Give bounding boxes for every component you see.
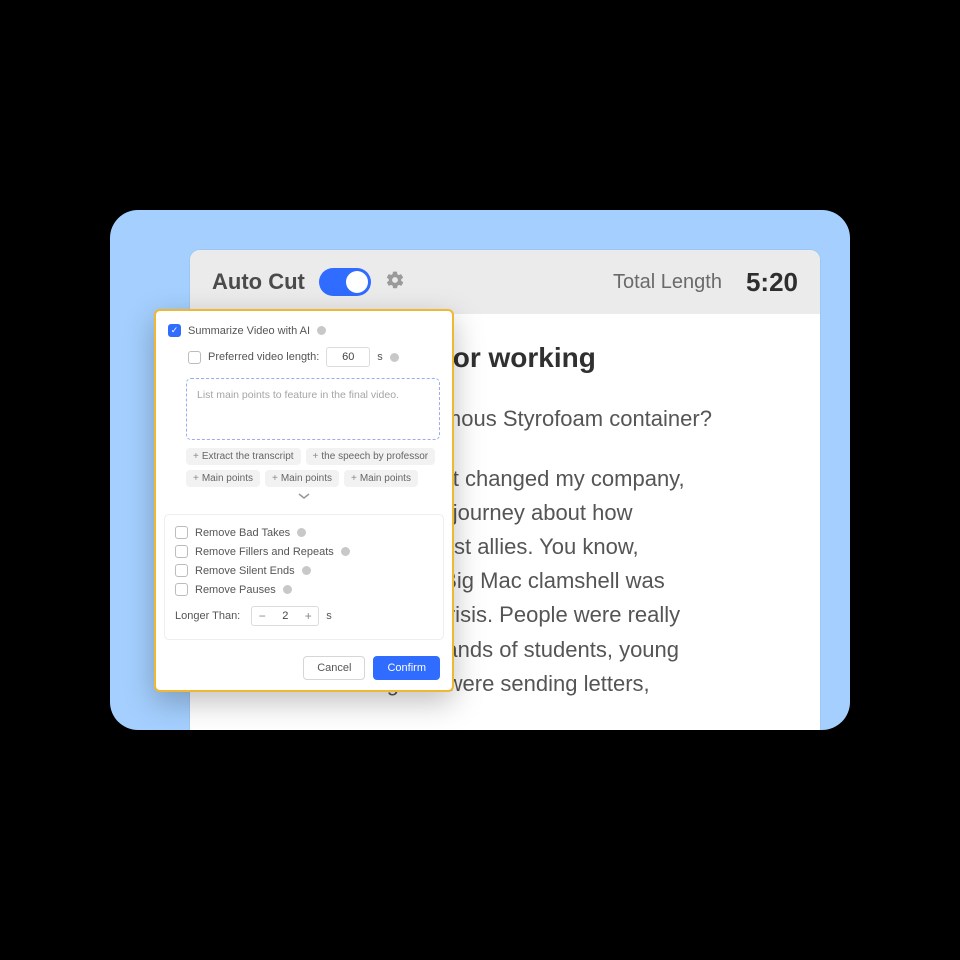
suggestion-chips: +Extract the transcript +the speech by p… bbox=[168, 448, 440, 487]
info-icon[interactable] bbox=[297, 528, 306, 537]
remove-pauses-checkbox[interactable] bbox=[175, 583, 188, 596]
remove-fillers-label: Remove Fillers and Repeats bbox=[195, 546, 334, 558]
info-icon[interactable] bbox=[317, 326, 326, 335]
remove-fillers-checkbox[interactable] bbox=[175, 545, 188, 558]
feature-title: Auto Cut bbox=[212, 269, 305, 295]
total-length-label: Total Length bbox=[613, 271, 722, 294]
preferred-length-input[interactable]: 60 bbox=[326, 347, 370, 367]
auto-cut-settings-modal: ✓ Summarize Video with AI Preferred vide… bbox=[154, 309, 454, 692]
stepper-decrement[interactable]: − bbox=[252, 609, 272, 623]
toggle-knob bbox=[346, 271, 368, 293]
preferred-length-label: Preferred video length: bbox=[208, 351, 319, 363]
auto-cut-toggle[interactable] bbox=[319, 268, 371, 296]
plus-icon: + bbox=[193, 473, 199, 484]
removal-options-section: Remove Bad Takes Remove Fillers and Repe… bbox=[164, 514, 444, 640]
total-length-value: 5:20 bbox=[746, 267, 798, 298]
info-icon[interactable] bbox=[390, 353, 399, 362]
gear-icon[interactable] bbox=[385, 270, 405, 295]
stepper-increment[interactable]: + bbox=[298, 609, 318, 623]
plus-icon: + bbox=[193, 451, 199, 462]
preferred-length-unit: s bbox=[377, 351, 383, 363]
summarize-label: Summarize Video with AI bbox=[188, 325, 310, 337]
info-icon[interactable] bbox=[283, 585, 292, 594]
remove-silent-ends-checkbox[interactable] bbox=[175, 564, 188, 577]
info-icon[interactable] bbox=[302, 566, 311, 575]
preferred-length-checkbox[interactable] bbox=[188, 351, 201, 364]
plus-icon: + bbox=[313, 451, 319, 462]
confirm-button[interactable]: Confirm bbox=[373, 656, 440, 680]
expand-chips-button[interactable] bbox=[168, 487, 440, 504]
remove-bad-takes-label: Remove Bad Takes bbox=[195, 527, 290, 539]
longer-than-stepper: − 2 + bbox=[251, 606, 319, 626]
summarize-section: ✓ Summarize Video with AI Preferred vide… bbox=[156, 311, 452, 514]
info-icon[interactable] bbox=[341, 547, 350, 556]
prompt-textarea[interactable]: List main points to feature in the final… bbox=[186, 378, 440, 440]
chip[interactable]: +Main points bbox=[344, 470, 418, 487]
remove-silent-ends-label: Remove Silent Ends bbox=[195, 565, 295, 577]
toolbar: Auto Cut Total Length 5:20 bbox=[190, 250, 820, 314]
chip[interactable]: +Extract the transcript bbox=[186, 448, 301, 465]
remove-bad-takes-checkbox[interactable] bbox=[175, 526, 188, 539]
plus-icon: + bbox=[351, 473, 357, 484]
longer-than-value[interactable]: 2 bbox=[272, 610, 298, 622]
cancel-button[interactable]: Cancel bbox=[303, 656, 365, 680]
summarize-checkbox[interactable]: ✓ bbox=[168, 324, 181, 337]
modal-footer: Cancel Confirm bbox=[156, 648, 452, 690]
chip[interactable]: +the speech by professor bbox=[306, 448, 436, 465]
longer-than-unit: s bbox=[326, 610, 332, 622]
chip[interactable]: +Main points bbox=[265, 470, 339, 487]
remove-pauses-label: Remove Pauses bbox=[195, 584, 276, 596]
longer-than-label: Longer Than: bbox=[175, 610, 240, 622]
chip[interactable]: +Main points bbox=[186, 470, 260, 487]
plus-icon: + bbox=[272, 473, 278, 484]
